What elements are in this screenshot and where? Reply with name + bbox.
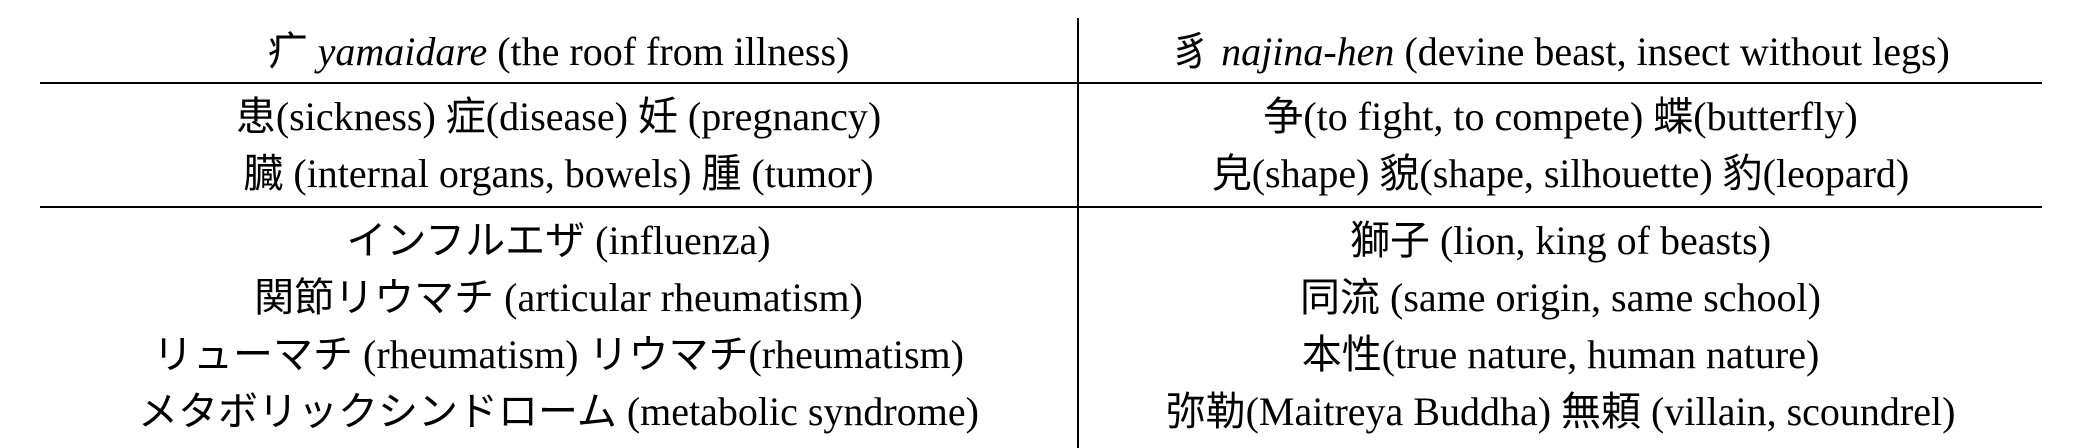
cell-left: リューマチ (rheumatism) リウマチ(rheumatism) (40, 326, 1079, 383)
table-row: 臓 (internal organs, bowels) 腫 (tumor) 皃(… (40, 145, 2042, 208)
header-right-kanji: 豸 (1171, 28, 1212, 74)
cell-left: 臓 (internal organs, bowels) 腫 (tumor) (40, 145, 1079, 208)
cell-left: メタボリックシンドローム (metabolic syndrome) (40, 383, 1079, 448)
table-row: インフルエザ (influenza) 獅子 (lion, king of bea… (40, 207, 2042, 269)
cell-left: インフルエザ (influenza) (40, 207, 1079, 269)
table-row: 関節リウマチ (articular rheumatism) 同流 (same o… (40, 269, 2042, 326)
cell-right: 皃(shape) 貌(shape, silhouette) 豹(leopard) (1078, 145, 2042, 208)
cell-right: 獅子 (lion, king of beasts) (1349, 218, 1772, 263)
header-right-najina-hen: 豸 najina-hen (devine beast, insect witho… (1078, 18, 2042, 84)
cell-left: 患(sickness) 症(disease) 妊 (pregnancy) (40, 83, 1079, 145)
cell-right: 本性(true nature, human nature) (1301, 332, 1820, 377)
table-row: リューマチ (rheumatism) リウマチ(rheumatism) 本性(t… (40, 326, 2042, 383)
header-left-romaji: yamaidare (317, 28, 488, 74)
cell-right: 同流 (same origin, same school) (1300, 275, 1821, 320)
cell-right: 争(to fight, to compete) 蝶(butterfly) (1263, 94, 1858, 139)
comparison-table: 疒 yamaidare (the roof from illness) 豸 na… (40, 18, 2042, 448)
header-right-romaji: najina-hen (1221, 28, 1395, 74)
header-row: 疒 yamaidare (the roof from illness) 豸 na… (40, 18, 2042, 84)
header-right-gloss: (devine beast, insect without legs) (1404, 28, 1950, 74)
header-left-kanji: 疒 (267, 28, 308, 74)
header-left-gloss: (the roof from illness) (497, 28, 850, 74)
table-row: 患(sickness) 症(disease) 妊 (pregnancy) 争(t… (40, 83, 2042, 145)
cell-right: 弥勒(Maitreya Buddha) 無頼 (villain, scoundr… (1165, 389, 1956, 434)
radical-comparison-table: 疒 yamaidare (the roof from illness) 豸 na… (40, 18, 2042, 448)
header-left-yamaidare: 疒 yamaidare (the roof from illness) (40, 18, 1079, 84)
cell-left: 関節リウマチ (articular rheumatism) (40, 269, 1079, 326)
table-row: メタボリックシンドローム (metabolic syndrome) 弥勒(Mai… (40, 383, 2042, 448)
